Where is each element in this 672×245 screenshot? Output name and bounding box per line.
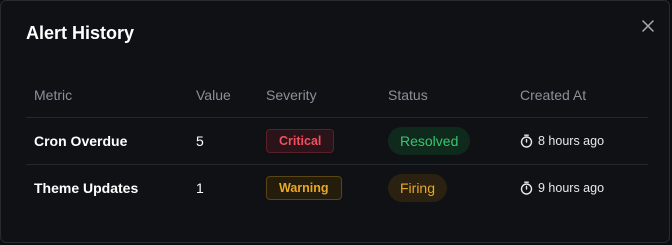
created-at-text: 9 hours ago <box>538 181 605 195</box>
stopwatch-icon <box>520 181 533 195</box>
created-at: 9 hours ago <box>520 181 604 195</box>
stopwatch-icon <box>520 134 533 148</box>
header-metric: Metric <box>34 87 73 103</box>
alert-history-table: Metric Value Severity Status Created At … <box>26 73 648 211</box>
metric-name: Cron Overdue <box>34 133 128 149</box>
header-value: Value <box>196 87 231 103</box>
close-icon <box>642 20 654 32</box>
table-row[interactable]: Cron Overdue 5 Critical Resolved 8 hours… <box>26 118 648 165</box>
header-severity: Severity <box>266 87 317 103</box>
status-badge: Resolved <box>388 127 471 155</box>
metric-value: 1 <box>196 180 204 196</box>
alert-history-modal: Alert History Metric Value Severity Stat… <box>0 0 670 243</box>
created-at: 8 hours ago <box>520 134 604 148</box>
status-badge: Firing <box>388 174 448 202</box>
header-status: Status <box>388 87 428 103</box>
severity-badge: Critical <box>266 129 335 153</box>
close-button[interactable] <box>637 15 659 37</box>
table-header-row: Metric Value Severity Status Created At <box>26 73 648 118</box>
created-at-text: 8 hours ago <box>538 134 605 148</box>
table-row[interactable]: Theme Updates 1 Warning Firing 9 hours a… <box>26 165 648 211</box>
header-created-at: Created At <box>520 87 587 103</box>
modal-title: Alert History <box>26 23 135 43</box>
severity-badge: Warning <box>266 176 342 200</box>
metric-value: 5 <box>196 133 204 149</box>
metric-name: Theme Updates <box>34 180 139 196</box>
